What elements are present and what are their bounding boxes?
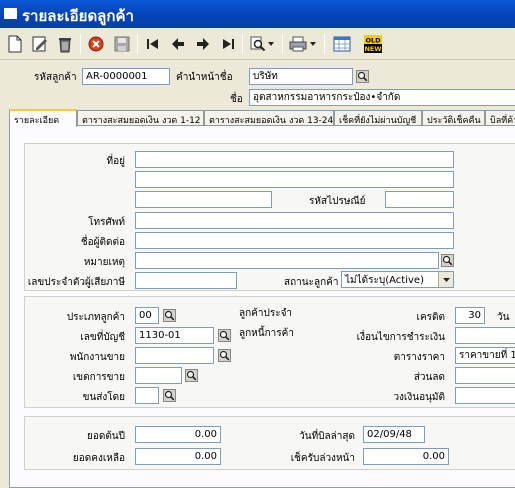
next-record-icon[interactable] (192, 33, 214, 55)
price-table-field[interactable]: ราคาขายที่ 1 (455, 347, 515, 364)
edit-icon[interactable] (29, 33, 51, 55)
header-panel: รหัสลูกค้า AR-0000001 คำนำหน้าชื่อ บริษั… (5, 60, 515, 109)
contact-group: ที่อยู่ รหัสไปรษณีย์ โทรศัพท์ ชื่อผู้ติด… (24, 143, 515, 291)
sales-area-search-icon[interactable] (184, 368, 198, 383)
details-tab-panel: ที่อยู่ รหัสไปรษณีย์ โทรศัพท์ ชื่อผู้ติด… (9, 125, 515, 488)
search-dropdown-icon[interactable] (266, 33, 276, 55)
customer-code-label: รหัสลูกค้า (34, 72, 77, 83)
salesperson-field[interactable] (135, 347, 214, 364)
remaining-balance-field[interactable]: 0.00 (135, 448, 221, 465)
chevron-down-icon[interactable] (438, 272, 453, 287)
shipping-field[interactable] (135, 387, 159, 404)
shipping-label: ขนส่งโดย (82, 392, 125, 403)
account-no-search-icon[interactable] (217, 328, 231, 343)
address-line2-field[interactable] (135, 171, 454, 188)
phone-label: โทรศัพท์ (88, 217, 125, 228)
old-new-icon[interactable]: OLD NEW (362, 33, 384, 55)
tab-details[interactable]: รายละเอียด (9, 109, 77, 127)
tab-balance-periods-1-12[interactable]: ตารางสะสมยอดเงิน งวด 1-12 (77, 110, 204, 126)
last-bill-date-field[interactable]: 02/09/48 (363, 426, 425, 443)
credit-days-field[interactable]: 30 (455, 307, 485, 324)
tax-id-label: เลขประจำตัวผู้เสียภาษี (27, 277, 125, 288)
contact-person-field[interactable] (135, 232, 454, 249)
tab-uncleared-cheques[interactable]: เช็คที่ยังไม่ผ่านบัญชี (334, 110, 422, 126)
svg-text:OLD: OLD (365, 37, 381, 45)
prefix-label: คำนำหน้าชื่อ (176, 72, 233, 83)
postal-code-field[interactable] (385, 191, 454, 208)
trade-debtor-label: ลูกหนี้การค้า (239, 328, 294, 339)
last-bill-date-label: วันที่บิลล่าสุด (299, 431, 355, 442)
address-label: ที่อยู่ (106, 156, 125, 167)
credit-limit-label: วงเงินอนุมัติ (393, 392, 445, 403)
cancel-icon[interactable] (85, 33, 107, 55)
customer-status-label: สถานะลูกค้า (284, 277, 339, 288)
balance-group: ยอดต้นปี 0.00 ยอดคงเหลือ 0.00 วันที่บิลล… (24, 416, 515, 470)
discount-label: ส่วนลด (413, 372, 445, 383)
address-line1-field[interactable] (135, 151, 454, 168)
advance-cheque-label: เช็ครับล่วงหน้า (290, 453, 355, 464)
price-table-label: ตารางราคา (393, 352, 445, 363)
salesperson-search-icon[interactable] (217, 348, 231, 363)
shipping-search-icon[interactable] (162, 388, 176, 403)
address-line3-field[interactable] (135, 191, 272, 208)
prefix-field[interactable]: บริษัท (249, 68, 353, 85)
customer-type-label: ประเภทลูกค้า (66, 312, 125, 323)
spreadsheet-icon[interactable] (331, 33, 353, 55)
advance-cheque-field[interactable]: 0.00 (363, 448, 449, 465)
tab-strip: รายละเอียด ตารางสะสมยอดเงิน งวด 1-12 ตาร… (9, 109, 515, 127)
remaining-balance-label: ยอดคงเหลือ (72, 453, 125, 464)
customer-status-select[interactable]: ไม่ได้ระบุ(Active) (341, 271, 454, 288)
payment-terms-field[interactable] (455, 327, 515, 344)
sales-area-field[interactable] (135, 367, 182, 384)
prefix-search-icon[interactable] (355, 69, 369, 84)
customer-type-search-icon[interactable] (162, 308, 176, 323)
first-record-icon[interactable] (142, 33, 164, 55)
save-icon[interactable] (111, 33, 133, 55)
credit-unit-label: วัน (497, 312, 510, 323)
customer-name-field[interactable]: อุตสาหกรรมอาหารกระป๋อง•จำกัด (249, 89, 515, 106)
account-no-label: เลขที่บัญชี (80, 332, 125, 343)
account-group: ประเภทลูกค้า 00 ลูกค้าประจำ เลขที่บัญชี … (24, 296, 515, 408)
payment-terms-label: เงื่อนไขการชำระเงิน (356, 332, 445, 343)
trash-icon[interactable] (54, 33, 76, 55)
account-no-field[interactable]: 1130-01 (135, 327, 214, 344)
note-search-icon[interactable] (440, 253, 454, 268)
credit-limit-field[interactable] (455, 387, 515, 404)
tab-outstanding-bills[interactable]: บิลที่ค้า (485, 110, 515, 126)
toolbar: OLD NEW (0, 28, 515, 60)
title-bar: รายละเอียดลูกค้า (0, 0, 515, 28)
tab-returned-cheques[interactable]: ประวัติเช็คคืน (422, 110, 485, 126)
opening-balance-label: ยอดต้นปี (86, 431, 125, 442)
opening-balance-field[interactable]: 0.00 (135, 426, 221, 443)
window-title: รายละเอียดลูกค้า (22, 7, 134, 25)
phone-field[interactable] (135, 212, 454, 229)
name-label: ชื่อ (230, 94, 243, 105)
credit-label: เครดิต (416, 312, 445, 323)
tab-balance-periods-13-24[interactable]: ตารางสะสมยอดเงิน งวด 13-24 (204, 110, 334, 126)
window-icon (4, 8, 17, 19)
last-record-icon[interactable] (217, 33, 239, 55)
note-label: หมายเหตุ (83, 257, 125, 268)
customer-status-value: ไม่ได้ระบุ(Active) (345, 275, 424, 286)
salesperson-label: พนักงานขาย (69, 352, 125, 363)
svg-text:NEW: NEW (364, 45, 381, 53)
customer-type-field[interactable]: 00 (135, 307, 159, 324)
tax-id-field[interactable] (135, 272, 237, 289)
postal-code-label: รหัสไปรษณีย์ (309, 196, 366, 207)
print-icon[interactable] (287, 33, 309, 55)
print-dropdown-icon[interactable] (308, 33, 318, 55)
new-document-icon[interactable] (4, 33, 26, 55)
customer-code-field[interactable]: AR-0000001 (82, 68, 170, 85)
discount-field[interactable] (455, 367, 515, 384)
note-field[interactable] (135, 252, 439, 269)
contact-person-label: ชื่อผู้ติดต่อ (80, 237, 125, 248)
regular-customer-label: ลูกค้าประจำ (239, 308, 293, 319)
previous-record-icon[interactable] (167, 33, 189, 55)
sales-area-label: เขตการขาย (72, 372, 125, 383)
